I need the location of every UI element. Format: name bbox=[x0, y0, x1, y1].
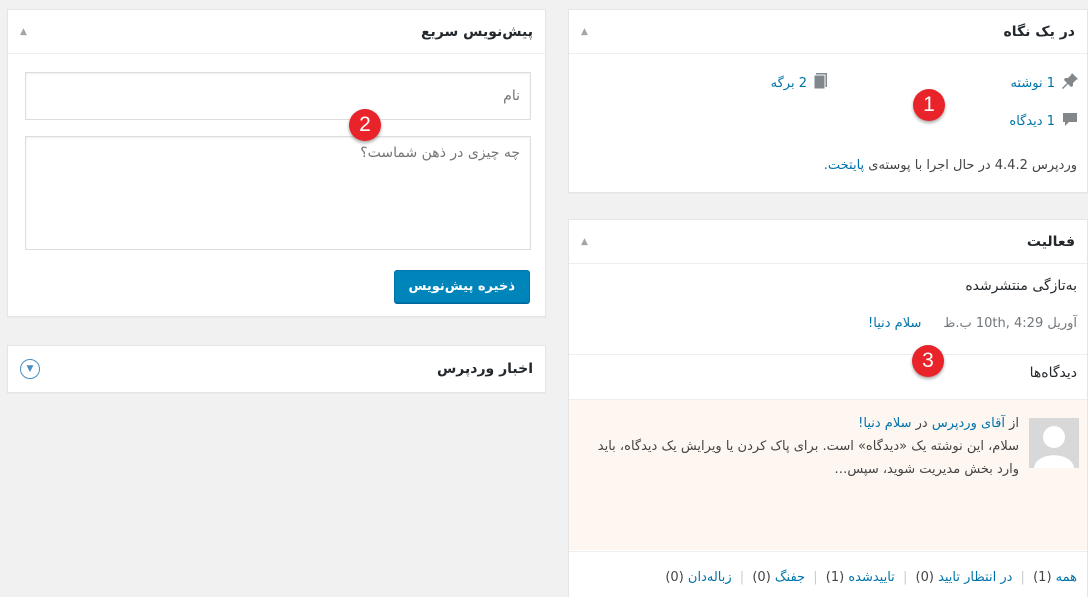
comment-filter-links: همه (1) | در انتظار تایید (0) | تاییدشده… bbox=[665, 570, 1077, 585]
filter-trash-link[interactable]: زباله‌دان bbox=[688, 570, 732, 585]
published-post-row: آوریل 10th, 4:29 ب.ظ سلام دنیا! bbox=[579, 316, 1077, 331]
widget-title: اخبار وردپرس bbox=[436, 361, 533, 377]
recently-published-heading: به‌تازگی منتشرشده bbox=[965, 278, 1077, 294]
post-date: آوریل 10th, 4:29 ب.ظ bbox=[943, 316, 1077, 331]
widget-title: فعالیت bbox=[1026, 233, 1075, 250]
widget-header[interactable]: ▲ پیش‌نویس سریع bbox=[8, 10, 545, 54]
annotation-marker-2: 2 bbox=[349, 109, 381, 141]
version-text: وردپرس 4.4.2 در حال اجرا با پوسته‌ی bbox=[868, 158, 1077, 173]
filter-pending-count: (0) bbox=[915, 570, 934, 585]
comment-from-label: از bbox=[1009, 416, 1019, 431]
comments-heading: دیدگاه‌ها bbox=[1029, 365, 1077, 381]
pin-icon bbox=[1061, 72, 1079, 94]
comment-post-link[interactable]: سلام دنیا! bbox=[858, 416, 911, 431]
expand-toggle-icon[interactable]: ▼ bbox=[20, 359, 40, 379]
filter-all-count: (1) bbox=[1033, 570, 1052, 585]
post-title-link[interactable]: سلام دنیا! bbox=[868, 316, 921, 331]
at-a-glance-widget: ▲ در یک نگاه 1 نوشته 2 برگه 1 دیدگاه ورد… bbox=[568, 9, 1088, 193]
collapse-arrow-icon[interactable]: ▲ bbox=[581, 237, 588, 247]
glance-comments[interactable]: 1 دیدگاه bbox=[1009, 110, 1079, 132]
activity-widget: ▲ فعالیت به‌تازگی منتشرشده آوریل 10th, 4… bbox=[568, 219, 1088, 597]
comments-count-link[interactable]: 1 دیدگاه bbox=[1009, 114, 1055, 129]
collapse-arrow-icon[interactable]: ▲ bbox=[581, 27, 588, 37]
widget-title: پیش‌نویس سریع bbox=[420, 23, 533, 40]
annotation-marker-3: 3 bbox=[912, 345, 944, 377]
separator: | bbox=[1020, 570, 1025, 585]
filter-all-link[interactable]: همه bbox=[1056, 570, 1077, 585]
avatar bbox=[1029, 418, 1079, 468]
glance-posts[interactable]: 1 نوشته bbox=[1010, 72, 1079, 94]
comment-excerpt: سلام، این نوشته یک «دیدگاه» است. برای پا… bbox=[597, 439, 1019, 477]
draft-title-input[interactable] bbox=[25, 72, 531, 120]
page-icon bbox=[813, 72, 829, 94]
widget-header[interactable]: ▲ در یک نگاه bbox=[569, 10, 1087, 54]
posts-count-link[interactable]: 1 نوشته bbox=[1010, 76, 1055, 91]
comment-meta: از آقای وردپرس در سلام دنیا! bbox=[579, 412, 1019, 435]
filter-spam-count: (0) bbox=[752, 570, 771, 585]
save-draft-button[interactable]: ذخیره پیش‌نویس bbox=[393, 270, 530, 303]
comment-bubble-icon bbox=[1061, 110, 1079, 132]
divider bbox=[569, 354, 1087, 355]
filter-approved-link[interactable]: تاییدشده bbox=[848, 570, 894, 585]
widget-header[interactable]: ▲ فعالیت bbox=[569, 220, 1087, 264]
comment-on-label: در bbox=[915, 416, 928, 431]
separator: | bbox=[813, 570, 818, 585]
separator: | bbox=[902, 570, 908, 585]
collapse-arrow-icon[interactable]: ▲ bbox=[20, 27, 27, 37]
quick-draft-widget: ▲ پیش‌نویس سریع ذخیره پیش‌نویس bbox=[7, 9, 546, 317]
filter-trash-count: (0) bbox=[665, 570, 684, 585]
glance-pages[interactable]: 2 برگه bbox=[771, 72, 829, 94]
draft-content-textarea[interactable] bbox=[25, 136, 531, 250]
annotation-marker-1: 1 bbox=[913, 89, 945, 121]
wordpress-news-widget: ▼ اخبار وردپرس bbox=[7, 345, 546, 393]
comment-text: از آقای وردپرس در سلام دنیا! سلام، این ن… bbox=[579, 412, 1019, 481]
widget-header[interactable]: ▼ اخبار وردپرس bbox=[8, 346, 545, 392]
separator: | bbox=[739, 570, 745, 585]
divider bbox=[569, 551, 1087, 552]
comment-author-link[interactable]: آقای وردپرس bbox=[932, 416, 1005, 431]
pages-count-link[interactable]: 2 برگه bbox=[771, 76, 807, 91]
filter-spam-link[interactable]: جفنگ bbox=[775, 570, 805, 585]
theme-link[interactable]: پایتخت. bbox=[824, 158, 864, 173]
filter-pending-link[interactable]: در انتظار تایید bbox=[938, 570, 1012, 585]
widget-title: در یک نگاه bbox=[1003, 23, 1075, 40]
version-info: وردپرس 4.4.2 در حال اجرا با پوسته‌ی پایت… bbox=[824, 158, 1077, 173]
filter-approved-count: (1) bbox=[825, 570, 845, 585]
